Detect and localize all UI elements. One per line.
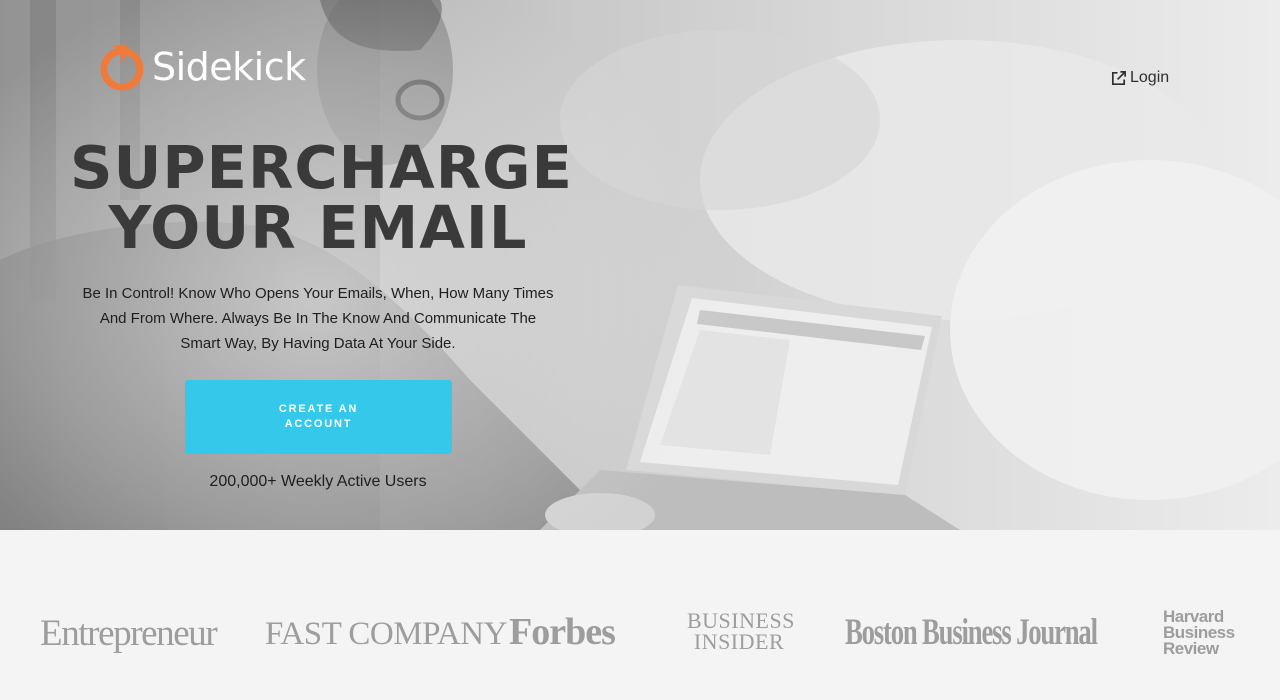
press-logo-harvard-business-review: Harvard Business Review [1163, 608, 1235, 658]
sidekick-logo[interactable]: Sidekick [98, 42, 306, 92]
sidekick-logo-text: Sidekick [152, 45, 306, 89]
login-label: Login [1130, 69, 1170, 86]
active-users-count: 200,000+ Weekly Active Users [209, 473, 427, 490]
press-logos-bar: Entrepreneur FAST COMPANY Forbes BUSINES… [0, 530, 1280, 700]
hero-subtext: Be In Control! Know Who Opens Your Email… [82, 285, 554, 352]
press-logo-business-insider: BUSINESS INSIDER [687, 610, 794, 654]
sidekick-logo-icon [100, 44, 144, 91]
hero-headline: SUPERCHARGE YOUR EMAIL [70, 138, 572, 258]
press-logo-fast-company: FAST COMPANY [265, 616, 507, 652]
headline-line-2: YOUR EMAIL [108, 193, 528, 262]
login-link[interactable]: Login [1110, 69, 1169, 87]
business-insider-line-2: INSIDER [693, 629, 785, 654]
external-link-icon [1111, 70, 1126, 85]
hbr-line-3: Review [1163, 639, 1219, 658]
create-account-label: CREATE AN ACCOUNT [278, 403, 359, 430]
press-logo-entrepreneur: Entrepreneur [40, 613, 218, 654]
create-account-button[interactable]: CREATE AN ACCOUNT [185, 380, 452, 454]
hero-section: Sidekick Login SUPERCHARGE YOUR EMAIL Be… [0, 0, 1280, 530]
headline-line-1: SUPERCHARGE [70, 133, 573, 202]
press-logo-forbes: Forbes [509, 611, 616, 653]
press-logo-boston-business-journal: Boston Business Journal [845, 612, 1098, 653]
